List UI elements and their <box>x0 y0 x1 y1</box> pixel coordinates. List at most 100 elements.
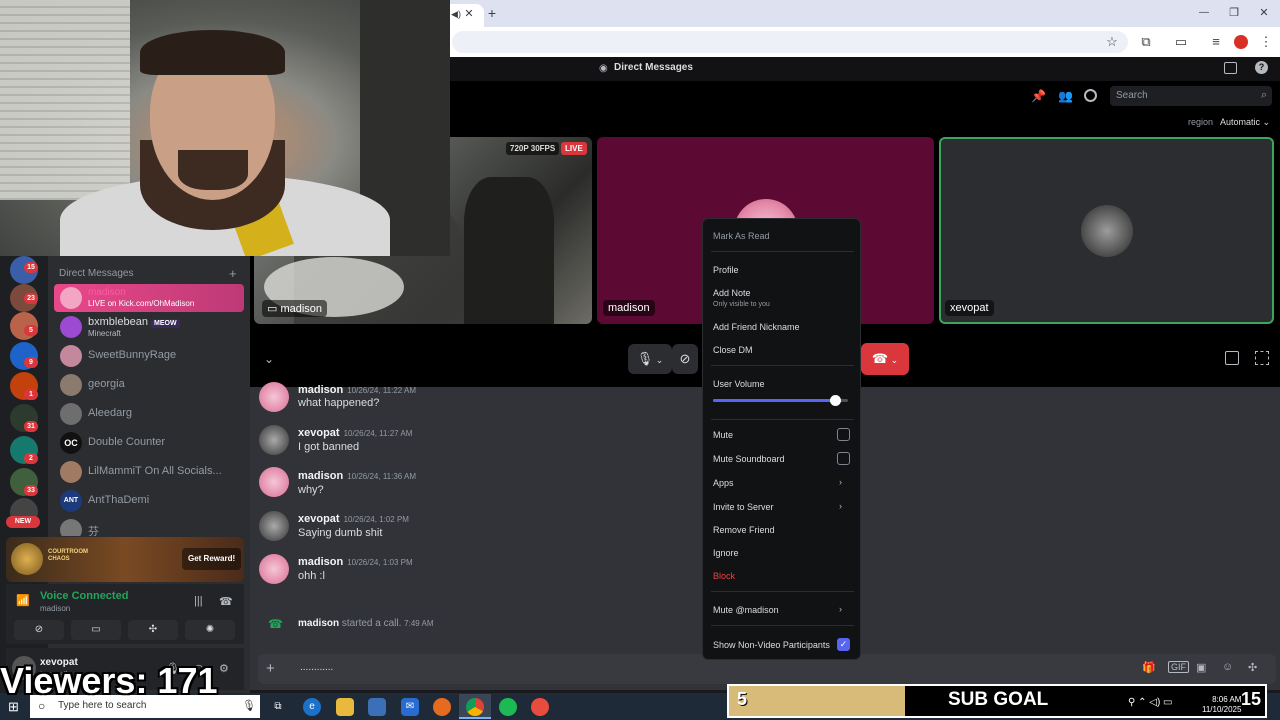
extensions-icon[interactable]: ⧉ <box>1138 34 1154 50</box>
video-tile-xevopat[interactable] <box>939 137 1274 324</box>
dm-item-madison[interactable]: madison LIVE on Kick.com/OhMadison <box>54 284 244 312</box>
dm-item[interactable]: 芬 <box>54 516 244 536</box>
sticker-icon[interactable]: ▣ <box>1196 661 1206 674</box>
dm-item[interactable]: georgia <box>54 371 244 399</box>
emoji-icon[interactable]: ☺ <box>1222 661 1233 673</box>
profile-icon[interactable] <box>1234 35 1248 49</box>
reading-list-icon[interactable]: ≡ <box>1208 34 1224 50</box>
dm-item[interactable]: OC Double Counter <box>54 429 244 457</box>
obs-icon[interactable] <box>531 698 549 716</box>
fullscreen-icon[interactable] <box>1255 351 1269 365</box>
volume-knob[interactable] <box>829 395 841 406</box>
soundboard-button[interactable]: ✺ <box>185 620 235 640</box>
volume-fill <box>713 399 835 402</box>
apps-icon[interactable]: ✣ <box>1248 661 1257 674</box>
dm-name: SweetBunnyRage <box>88 349 177 361</box>
star-icon[interactable]: ☆ <box>1104 34 1120 50</box>
tray-icons[interactable]: ⚲ ⌃ ◁) ▭ <box>1128 697 1173 708</box>
spotify-icon[interactable] <box>499 698 517 716</box>
new-badge: NEW <box>6 516 40 528</box>
chevron-down-icon: ⌄ <box>653 355 664 365</box>
new-tab-button[interactable]: + <box>484 5 500 21</box>
screen-share-button[interactable]: ▭ <box>71 620 121 640</box>
mail-icon[interactable]: ✉ <box>401 698 419 716</box>
remove-friend-item[interactable]: Remove Friend <box>713 525 775 535</box>
dm-item[interactable]: LilMammiT On All Socials... <box>54 458 244 486</box>
block-item[interactable]: Block <box>713 571 735 581</box>
hang-up-icon: ☎ <box>871 351 889 366</box>
call-event-author: madison <box>298 618 340 629</box>
cast-icon[interactable]: ▭ <box>1173 34 1189 50</box>
context-menu: Mark As Read Profile Add Note Only visib… <box>702 218 861 660</box>
close-window-button[interactable]: ✕ <box>1256 5 1272 21</box>
message-text: Saying dumb shit <box>298 527 383 539</box>
edge-icon[interactable]: e <box>303 698 321 716</box>
get-reward-button[interactable]: Get Reward! <box>182 548 242 570</box>
chrome-icon[interactable] <box>466 698 484 716</box>
create-dm-button[interactable]: + <box>229 266 237 281</box>
show-non-video-checkbox[interactable]: ✓ <box>837 638 850 651</box>
apps-item[interactable]: Apps <box>713 478 734 488</box>
mute-soundboard-checkbox[interactable] <box>837 452 850 465</box>
mark-read-item[interactable]: Mark As Read <box>713 231 770 241</box>
task-view-icon[interactable]: ⧉ <box>269 698 287 716</box>
close-dm-item[interactable]: Close DM <box>713 345 753 355</box>
address-bar[interactable] <box>452 31 1128 53</box>
attach-button[interactable]: + <box>266 660 275 677</box>
dm-item[interactable]: ANT AntThaDemi <box>54 487 244 515</box>
dm-item[interactable]: Aleedarg <box>54 400 244 428</box>
pin-icon[interactable]: 📌 <box>1031 89 1046 103</box>
dm-item-bxmblebean[interactable]: bxmblebean MEOW Minecraft <box>54 313 244 341</box>
mute-user-item[interactable]: Mute @madison <box>713 605 779 615</box>
file-explorer-icon[interactable] <box>336 698 354 716</box>
microphone-button[interactable]: 🎙 ⌄ <box>628 344 672 374</box>
dm-item[interactable]: SweetBunnyRage <box>54 342 244 370</box>
author-name: madison <box>298 384 344 396</box>
invite-item[interactable]: Invite to Server <box>713 502 774 512</box>
activities-button[interactable]: ✣ <box>128 620 178 640</box>
gif-icon[interactable]: GIF <box>1168 661 1189 673</box>
show-non-video-item[interactable]: Show Non-Video Participants <box>713 640 830 650</box>
region-select[interactable]: Automatic ⌄ <box>1220 117 1270 128</box>
search-input[interactable]: Search ⌕ <box>1110 86 1272 106</box>
tab-close-button[interactable]: ✕ <box>461 6 477 22</box>
chevron-right-icon: › <box>839 477 842 487</box>
restore-button[interactable]: ❐ <box>1226 5 1242 21</box>
store-icon[interactable] <box>368 698 386 716</box>
message-input[interactable]: ............ <box>300 662 333 673</box>
more-icon[interactable]: ⋮ <box>1258 34 1274 50</box>
noise-suppression-icon[interactable]: ||| <box>194 595 203 607</box>
mention-badge: 9 <box>24 357 38 368</box>
volume-slider[interactable] <box>713 395 848 406</box>
ignore-item[interactable]: Ignore <box>713 548 739 558</box>
add-friend-icon[interactable]: 👥 <box>1058 89 1073 103</box>
camera-button[interactable]: ⊘ <box>672 344 698 374</box>
discord-icon: ◉ <box>599 63 608 74</box>
firefox-icon[interactable] <box>433 698 451 716</box>
mute-soundboard-item[interactable]: Mute Soundboard <box>713 454 785 464</box>
collapse-call-icon[interactable]: ⌄ <box>264 352 274 366</box>
minimize-button[interactable]: — <box>1196 5 1212 21</box>
divider <box>711 419 854 420</box>
disconnect-icon[interactable]: ☎ <box>219 595 233 608</box>
settings-icon[interactable]: ⚙ <box>219 662 229 675</box>
screen-share-icon: ▭ <box>267 303 278 315</box>
inbox-icon[interactable] <box>1224 62 1237 74</box>
message-author: madison 10/26/24, 11:22 AM <box>298 384 416 396</box>
disconnect-call-button[interactable]: ☎ ⌄ <box>861 343 909 375</box>
mention-badge: 1 <box>24 389 38 400</box>
mute-item[interactable]: Mute <box>713 430 733 440</box>
promo-banner[interactable]: COURTROOM CHAOS Get Reward! <box>6 537 244 582</box>
add-nickname-item[interactable]: Add Friend Nickname <box>713 322 800 332</box>
gift-icon[interactable]: 🎁 <box>1142 661 1156 674</box>
profile-toggle-icon[interactable] <box>1084 89 1097 102</box>
add-note-item[interactable]: Add Note <box>713 288 751 298</box>
stream-resolution-badge: 720P 30FPS <box>506 142 560 155</box>
search-placeholder: Search <box>1116 90 1148 101</box>
help-icon[interactable]: ? <box>1255 61 1268 74</box>
clock[interactable]: 8:06 AM 11/10/2025 <box>1202 695 1241 715</box>
popout-icon[interactable] <box>1225 351 1239 365</box>
camera-off-button[interactable]: ⊘ <box>14 620 64 640</box>
mute-checkbox[interactable] <box>837 428 850 441</box>
profile-item[interactable]: Profile <box>713 265 739 275</box>
